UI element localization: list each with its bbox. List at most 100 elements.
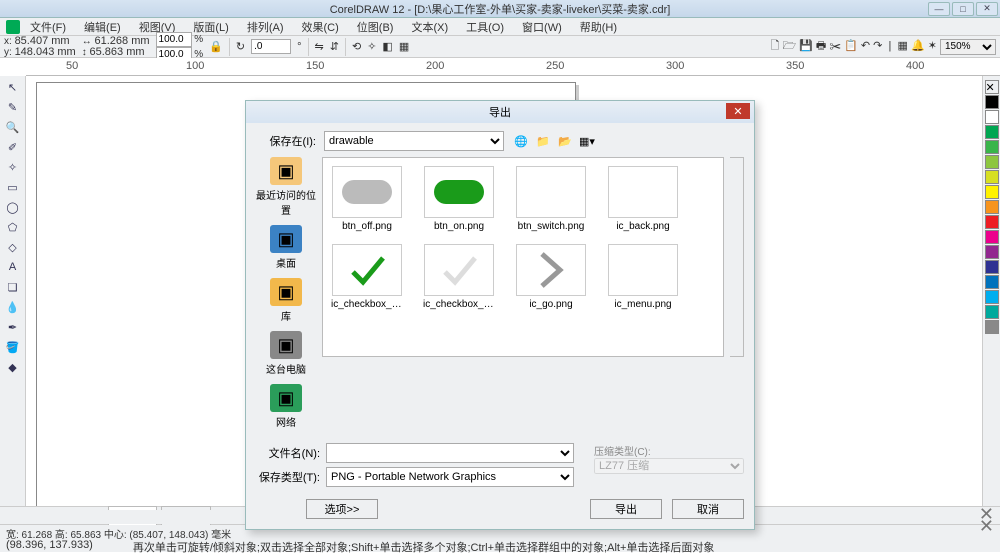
size-readout: ↔ 61.268 mm↕ 65.863 mm <box>82 36 150 58</box>
minimize-button[interactable]: ― <box>928 2 950 16</box>
menu-arrange[interactable]: 排列(A) <box>247 19 284 35</box>
ellipse-tool[interactable]: ◯ <box>3 198 23 216</box>
places-item[interactable]: ▣库 <box>270 278 302 323</box>
menu-text[interactable]: 文本(X) <box>411 19 448 35</box>
export-dialog: 导出 ✕ 保存在(I): drawable 🌐 📁 📂 ▦▾ ▣最近访问的位置▣… <box>245 100 755 530</box>
toolbar-icon[interactable]: ↶ <box>861 40 870 52</box>
dialog-titlebar[interactable]: 导出 ✕ <box>246 101 754 123</box>
back-icon[interactable]: 🌐 <box>512 132 530 150</box>
view-menu-icon[interactable]: ▦▾ <box>578 132 596 150</box>
menu-window[interactable]: 窗口(W) <box>522 19 562 35</box>
rotation-input[interactable] <box>251 39 291 54</box>
menu-file[interactable]: 文件(F) <box>30 19 66 35</box>
toolbar-icon[interactable]: 💾 <box>799 40 813 52</box>
color-swatch[interactable] <box>985 275 999 289</box>
file-thumb[interactable]: ic_back.png <box>607 166 679 232</box>
places-item[interactable]: ▣网络 <box>270 384 302 429</box>
places-item[interactable]: ▣桌面 <box>270 225 302 270</box>
menu-help[interactable]: 帮助(H) <box>580 19 617 35</box>
cancel-button[interactable]: 取消 <box>672 499 744 519</box>
menu-bitmap[interactable]: 位图(B) <box>357 19 394 35</box>
shape-tool[interactable]: ✎ <box>3 98 23 116</box>
toolbar-icon[interactable]: ▦ <box>897 40 907 52</box>
lock-ratio-icon[interactable]: 🔒 <box>209 40 223 53</box>
options-button[interactable]: 选项>> <box>306 499 378 519</box>
menu-edit[interactable]: 编辑(E) <box>84 19 121 35</box>
outline-tool[interactable]: ✒ <box>3 318 23 336</box>
scale-x-input[interactable] <box>156 32 192 47</box>
file-thumb[interactable]: btn_off.png <box>331 166 403 232</box>
places-bar: ▣最近访问的位置 ▣桌面 ▣库 ▣这台电脑 ▣网络 <box>256 157 316 435</box>
toolbar-icon[interactable]: ✂ <box>829 40 841 52</box>
titlebar: CorelDRAW 12 - [D:\果心工作室-外单\买家-卖家-liveke… <box>0 0 1000 18</box>
filename-input[interactable] <box>326 443 574 463</box>
file-thumb[interactable]: btn_switch.png <box>515 166 587 232</box>
zoom-select[interactable]: 150% <box>940 39 996 55</box>
mirror-v-icon[interactable]: ⇵ <box>330 40 339 53</box>
file-thumb[interactable]: ic_go.png <box>515 244 587 310</box>
toolbar-icon[interactable]: 🖶 <box>816 40 826 52</box>
basic-shapes-tool[interactable]: ◇ <box>3 238 23 256</box>
color-swatch[interactable] <box>985 170 999 184</box>
color-swatch[interactable] <box>985 155 999 169</box>
file-pane-scrollbar[interactable] <box>730 157 744 357</box>
blend-tool[interactable]: ❏ <box>3 278 23 296</box>
file-pane[interactable]: btn_off.png btn_on.png btn_switch.png ic_ba… <box>322 157 724 357</box>
file-thumb[interactable]: ic_checkbox_ch... <box>331 244 403 310</box>
file-thumb[interactable]: ic_menu.png <box>607 244 679 310</box>
tool-icon[interactable]: ✧ <box>367 40 376 53</box>
color-swatch[interactable] <box>985 320 999 334</box>
new-folder-icon[interactable]: 📂 <box>556 132 574 150</box>
color-swatch[interactable] <box>985 305 999 319</box>
dialog-close-button[interactable]: ✕ <box>726 103 750 119</box>
color-swatch[interactable] <box>985 200 999 214</box>
save-in-label: 保存在(I): <box>256 133 316 149</box>
toolbar-icon[interactable]: 🔔 <box>911 40 925 52</box>
color-swatch[interactable] <box>985 260 999 274</box>
tool-icon[interactable]: ▦ <box>399 40 409 53</box>
color-swatch[interactable] <box>985 95 999 109</box>
maximize-button[interactable]: □ <box>952 2 974 16</box>
polygon-tool[interactable]: ⬠ <box>3 218 23 236</box>
toolbar-icon[interactable]: 🗁 <box>782 40 796 52</box>
up-icon[interactable]: 📁 <box>534 132 552 150</box>
smart-tool[interactable]: ✧ <box>3 158 23 176</box>
color-swatch[interactable] <box>985 185 999 199</box>
toolbar-icon[interactable]: 🗋 <box>771 40 780 52</box>
compression-select: LZ77 压缩 <box>594 458 744 474</box>
color-swatch[interactable] <box>985 245 999 259</box>
menu-effects[interactable]: 效果(C) <box>302 19 339 35</box>
tool-icon[interactable]: ◧ <box>382 40 392 53</box>
eyedropper-tool[interactable]: 💧 <box>3 298 23 316</box>
toolbar-icon[interactable]: ↷ <box>873 40 882 52</box>
color-swatch[interactable] <box>985 140 999 154</box>
tool-icon[interactable]: ⟲ <box>352 40 361 53</box>
text-tool[interactable]: A <box>3 258 23 276</box>
export-button[interactable]: 导出 <box>590 499 662 519</box>
interactive-fill-tool[interactable]: ◆ <box>3 358 23 376</box>
dialog-title: 导出 <box>489 104 511 120</box>
places-item[interactable]: ▣最近访问的位置 <box>256 157 316 217</box>
filetype-select[interactable]: PNG - Portable Network Graphics <box>326 467 574 487</box>
zoom-tool[interactable]: 🔍 <box>3 118 23 136</box>
mirror-h-icon[interactable]: ⇋ <box>315 40 324 53</box>
color-swatch[interactable] <box>985 290 999 304</box>
toolbar-icon[interactable]: ✶ <box>928 40 937 52</box>
no-fill-swatch[interactable]: ✕ <box>985 80 999 94</box>
status-bar-2: (98.396, 137.933) 再次单击可旋转/倾斜对象;双击选择全部对象;… <box>0 538 1000 552</box>
fill-tool[interactable]: 🪣 <box>3 338 23 356</box>
color-swatch[interactable] <box>985 230 999 244</box>
menu-tools[interactable]: 工具(O) <box>466 19 504 35</box>
places-item[interactable]: ▣这台电脑 <box>266 331 306 376</box>
file-thumb[interactable]: ic_checkbox_n... <box>423 244 495 310</box>
freehand-tool[interactable]: ✐ <box>3 138 23 156</box>
rectangle-tool[interactable]: ▭ <box>3 178 23 196</box>
pick-tool[interactable]: ↖ <box>3 78 23 96</box>
toolbar-icon[interactable]: 📋 <box>844 40 858 52</box>
color-swatch[interactable] <box>985 125 999 139</box>
color-swatch[interactable] <box>985 110 999 124</box>
color-swatch[interactable] <box>985 215 999 229</box>
close-button[interactable]: ✕ <box>976 2 998 16</box>
save-in-select[interactable]: drawable <box>324 131 504 151</box>
file-thumb[interactable]: btn_on.png <box>423 166 495 232</box>
